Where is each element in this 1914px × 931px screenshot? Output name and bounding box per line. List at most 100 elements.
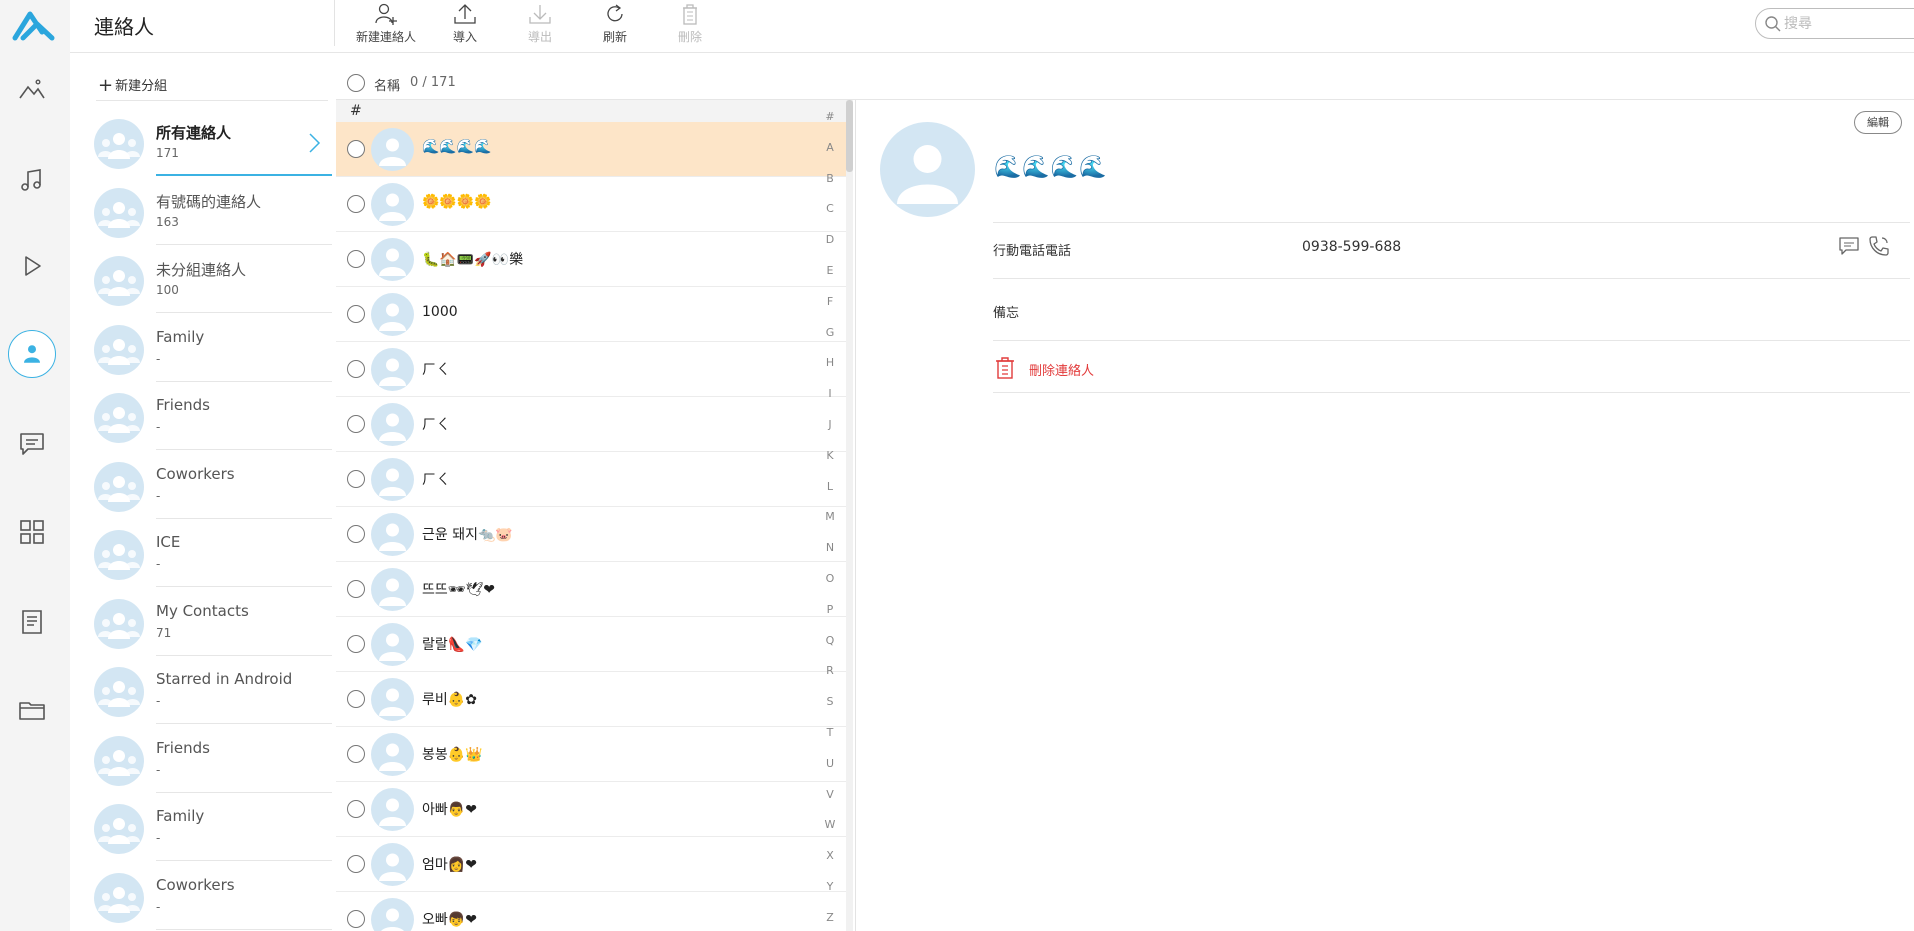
select-all-radio[interactable] xyxy=(347,74,365,92)
scrollbar-thumb[interactable] xyxy=(846,100,853,172)
scrollbar-track[interactable] xyxy=(846,100,853,931)
alphabet-index-letter[interactable]: L xyxy=(820,480,840,493)
alphabet-index-letter[interactable]: V xyxy=(820,788,840,801)
new-contact-button[interactable]: 新建連絡人 xyxy=(346,2,426,46)
alphabet-index-letter[interactable]: W xyxy=(820,818,840,831)
alphabet-index-letter[interactable]: F xyxy=(820,295,840,308)
row-select-radio[interactable] xyxy=(347,470,365,488)
group-item[interactable]: Coworkers - xyxy=(94,862,332,930)
row-select-radio[interactable] xyxy=(347,855,365,873)
video-icon xyxy=(25,256,41,276)
alphabet-index-letter[interactable]: Q xyxy=(820,634,840,647)
row-select-radio[interactable] xyxy=(347,910,365,928)
person-placeholder-icon xyxy=(379,743,406,771)
row-select-radio[interactable] xyxy=(347,690,365,708)
alphabet-index-letter[interactable]: Y xyxy=(820,880,840,893)
alphabet-index-letter[interactable]: G xyxy=(820,326,840,339)
group-item[interactable]: 所有連絡人 171 xyxy=(94,108,332,176)
group-count: 71 xyxy=(156,625,172,640)
alphabet-index-letter[interactable]: K xyxy=(820,449,840,462)
row-select-radio[interactable] xyxy=(347,415,365,433)
alphabet-index-letter[interactable]: X xyxy=(820,849,840,862)
alphabet-index-letter[interactable]: E xyxy=(820,264,840,277)
contact-row[interactable]: ㄏㄑ xyxy=(336,452,850,507)
new-group-button[interactable]: + 新建分組 xyxy=(98,74,167,96)
group-item[interactable]: Coworkers - xyxy=(94,451,332,519)
group-people-icon xyxy=(98,749,140,776)
alphabet-index-letter[interactable]: I xyxy=(820,387,840,400)
group-item[interactable]: Friends - xyxy=(94,725,332,793)
alphabet-index-letter[interactable]: # xyxy=(820,110,840,123)
delete-button[interactable]: 刪除 xyxy=(650,2,730,46)
alphabet-index-letter[interactable]: C xyxy=(820,202,840,215)
row-select-radio[interactable] xyxy=(347,580,365,598)
group-item[interactable]: Family - xyxy=(94,793,332,861)
alphabet-index-letter[interactable]: N xyxy=(820,541,840,554)
group-item[interactable]: Family - xyxy=(94,314,332,382)
row-select-radio[interactable] xyxy=(347,140,365,158)
search-box[interactable] xyxy=(1755,8,1914,39)
alphabet-index-letter[interactable]: U xyxy=(820,757,840,770)
alphabet-index-letter[interactable]: H xyxy=(820,356,840,369)
edit-button[interactable]: 編輯 xyxy=(1854,111,1902,134)
contact-row[interactable]: 엄마👩❤ xyxy=(336,837,850,892)
nav-video[interactable] xyxy=(0,242,64,290)
contact-row[interactable]: 아빠👨❤ xyxy=(336,782,850,837)
contact-row[interactable]: 랄랄👠💎 xyxy=(336,617,850,672)
contact-row[interactable]: 🐛🏠📟🚀👀樂 xyxy=(336,232,850,287)
nav-files[interactable] xyxy=(0,686,64,734)
alphabet-index-letter[interactable]: P xyxy=(820,603,840,616)
group-name: Friends xyxy=(156,396,210,414)
group-name: Starred in Android xyxy=(156,670,293,688)
alphabet-index-letter[interactable]: M xyxy=(820,510,840,523)
contact-row[interactable]: 봉봉👶👑 xyxy=(336,727,850,782)
alphabet-index-letter[interactable]: S xyxy=(820,695,840,708)
group-item[interactable]: 有號碼的連絡人 163 xyxy=(94,177,332,245)
nav-photos[interactable] xyxy=(0,66,64,114)
contact-row[interactable]: 루비👶✿ xyxy=(336,672,850,727)
group-item[interactable]: 未分組連絡人 100 xyxy=(94,245,332,313)
contact-row[interactable]: 🌊🌊🌊🌊 xyxy=(336,122,850,177)
row-select-radio[interactable] xyxy=(347,250,365,268)
search-input[interactable] xyxy=(1784,14,1914,33)
nav-notes[interactable] xyxy=(0,598,64,646)
export-button[interactable]: 導出 xyxy=(500,2,580,46)
refresh-button[interactable]: 刷新 xyxy=(575,2,655,46)
contact-row[interactable]: 뜨뜨🕶🕊❤ xyxy=(336,562,850,617)
contact-row[interactable]: 🌼🌼🌼🌼 xyxy=(336,177,850,232)
alphabet-index-letter[interactable]: B xyxy=(820,172,840,185)
row-select-radio[interactable] xyxy=(347,360,365,378)
contact-row[interactable]: 오빠👦❤ xyxy=(336,892,850,931)
phone-icon[interactable] xyxy=(1867,234,1891,258)
row-select-radio[interactable] xyxy=(347,800,365,818)
contact-row[interactable]: ㄏㄑ xyxy=(336,397,850,452)
alphabet-index-letter[interactable]: R xyxy=(820,664,840,677)
group-item[interactable]: My Contacts 71 xyxy=(94,588,332,656)
alphabet-index-letter[interactable]: D xyxy=(820,233,840,246)
group-item[interactable]: Starred in Android - xyxy=(94,656,332,724)
alphabet-index-letter[interactable]: A xyxy=(820,141,840,154)
contact-row[interactable]: ㄏㄑ xyxy=(336,342,850,397)
contact-row-avatar xyxy=(371,733,414,776)
alphabet-index-letter[interactable]: T xyxy=(820,726,840,739)
person-placeholder-icon xyxy=(379,523,406,551)
import-button[interactable]: 導入 xyxy=(425,2,505,46)
alphabet-index-letter[interactable]: Z xyxy=(820,911,840,924)
row-select-radio[interactable] xyxy=(347,745,365,763)
trash-icon xyxy=(683,4,697,25)
group-item[interactable]: ICE - xyxy=(94,519,332,587)
contact-row[interactable]: 근윤 돼지🐀🐷 xyxy=(336,507,850,562)
contact-row[interactable]: 1000 xyxy=(336,287,850,342)
nav-apps[interactable] xyxy=(0,508,64,556)
nav-contacts[interactable] xyxy=(0,330,64,378)
nav-messages[interactable] xyxy=(0,420,64,468)
alphabet-index-letter[interactable]: O xyxy=(820,572,840,585)
row-select-radio[interactable] xyxy=(347,305,365,323)
row-select-radio[interactable] xyxy=(347,635,365,653)
alphabet-index-letter[interactable]: J xyxy=(820,418,840,431)
row-select-radio[interactable] xyxy=(347,525,365,543)
message-icon[interactable] xyxy=(1838,236,1860,256)
row-select-radio[interactable] xyxy=(347,195,365,213)
nav-music[interactable] xyxy=(0,156,64,204)
group-item[interactable]: Friends - xyxy=(94,382,332,450)
